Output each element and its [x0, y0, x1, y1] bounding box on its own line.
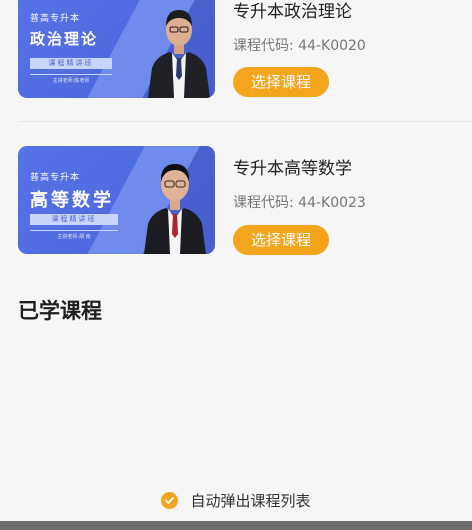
course-thumbnail[interactable]: 普高专升本 高等数学 课程精讲班 主讲老师:胡 南: [18, 146, 215, 254]
course-code: 课程代码: 44-K0020: [233, 38, 366, 54]
check-circle-icon[interactable]: [161, 491, 179, 509]
bottom-edge-bar: [0, 521, 472, 530]
thumbnail-rule: [30, 230, 118, 231]
course-code: 课程代码: 44-K0023: [233, 195, 366, 211]
thumbnail-teacher: 主讲老师:陈老师: [52, 78, 90, 84]
thumbnail-subtitle: 课程精讲班: [30, 58, 112, 69]
thumbnail-title: 高等数学: [30, 190, 114, 211]
studied-courses-heading: 已学课程: [18, 299, 102, 323]
thumbnail-teacher: 主讲老师:胡 南: [57, 234, 91, 240]
course-title: 专升本高等数学: [233, 159, 352, 179]
thumbnail-tag: 普高专升本: [30, 14, 81, 24]
card-divider: [18, 121, 472, 122]
course-card-politics[interactable]: 普高专升本 政治理论 课程精讲班 主讲老师:陈老师 专升本政治理论 课程代码: …: [0, 0, 472, 130]
teacher-photo: [148, 10, 210, 98]
thumbnail-tag: 普高专升本: [30, 173, 81, 183]
thumbnail-subtitle: 课程精讲班: [30, 214, 118, 225]
teacher-photo: [144, 164, 206, 254]
course-thumbnail[interactable]: 普高专升本 政治理论 课程精讲班 主讲老师:陈老师: [18, 0, 215, 98]
course-card-math[interactable]: 普高专升本 高等数学 课程精讲班 主讲老师:胡 南 专升本高等数学 课程代码: …: [0, 146, 472, 276]
auto-popup-toggle[interactable]: 自动弹出课程列表: [0, 488, 472, 512]
course-title: 专升本政治理论: [233, 2, 352, 22]
auto-popup-label: 自动弹出课程列表: [190, 491, 311, 510]
thumbnail-rule: [30, 74, 112, 75]
select-course-button[interactable]: 选择课程: [233, 225, 329, 255]
thumbnail-title: 政治理论: [30, 30, 99, 48]
course-selection-screen: 普高专升本 政治理论 课程精讲班 主讲老师:陈老师 专升本政治理论 课程代码: …: [0, 0, 472, 530]
select-course-button[interactable]: 选择课程: [233, 67, 329, 97]
